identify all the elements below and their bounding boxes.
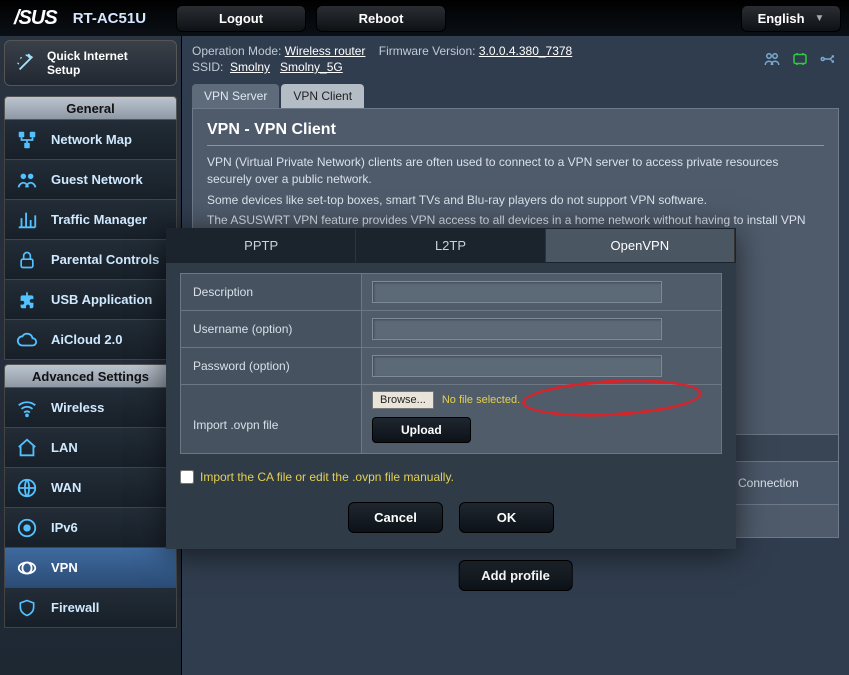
no-file-selected-text: No file selected. bbox=[442, 394, 520, 406]
sidebar-item-traffic-manager[interactable]: Traffic Manager bbox=[4, 200, 177, 240]
sidebar-item-usb-application[interactable]: USB Application bbox=[4, 280, 177, 320]
protocol-tabs: PPTP L2TP OpenVPN bbox=[166, 228, 736, 263]
usb-status-icon[interactable] bbox=[819, 50, 837, 71]
sidebar-item-label: LAN bbox=[51, 440, 78, 455]
connection-status-icon[interactable] bbox=[791, 50, 809, 71]
shield-icon bbox=[15, 596, 39, 620]
brand-logo: /SUS bbox=[8, 7, 63, 30]
sidebar: Quick Internet Setup General Network Map… bbox=[0, 36, 182, 675]
vpn-icon bbox=[15, 556, 39, 580]
lock-icon bbox=[15, 248, 39, 272]
panel-desc-1: VPN (Virtual Private Network) clients ar… bbox=[207, 154, 824, 188]
proto-tab-l2tp[interactable]: L2TP bbox=[356, 229, 545, 262]
advanced-section-header: Advanced Settings bbox=[4, 364, 177, 388]
panel-title: VPN - VPN Client bbox=[207, 121, 824, 139]
sidebar-item-lan[interactable]: LAN bbox=[4, 428, 177, 468]
sidebar-item-network-map[interactable]: Network Map bbox=[4, 120, 177, 160]
operation-mode-link[interactable]: Wireless router bbox=[285, 44, 366, 58]
firmware-version-link[interactable]: 3.0.0.4.380_7378 bbox=[479, 44, 572, 58]
tab-vpn-client[interactable]: VPN Client bbox=[281, 84, 364, 108]
model-name: RT-AC51U bbox=[73, 10, 146, 27]
qis-label-2: Setup bbox=[47, 63, 128, 77]
qis-label-1: Quick Internet bbox=[47, 49, 128, 63]
sidebar-item-firewall[interactable]: Firewall bbox=[4, 588, 177, 628]
globe-icon bbox=[15, 476, 39, 500]
upload-button[interactable]: Upload bbox=[372, 417, 471, 443]
import-ovpn-label: Import .ovpn file bbox=[181, 396, 361, 442]
divider bbox=[207, 145, 824, 146]
sidebar-item-ipv6[interactable]: IPv6 bbox=[4, 508, 177, 548]
status-icons bbox=[763, 50, 837, 71]
proto-tab-pptp[interactable]: PPTP bbox=[167, 229, 356, 262]
import-ca-row: Import the CA file or edit the .ovpn fil… bbox=[166, 460, 736, 494]
general-section-header: General bbox=[4, 96, 177, 120]
sidebar-item-aicloud[interactable]: AiCloud 2.0 bbox=[4, 320, 177, 360]
sidebar-item-parental-controls[interactable]: Parental Controls bbox=[4, 240, 177, 280]
ssid-1-link[interactable]: Smolny bbox=[230, 60, 270, 74]
add-profile-wrapper: Add profile bbox=[458, 560, 573, 591]
proto-tab-openvpn[interactable]: OpenVPN bbox=[546, 229, 735, 262]
users-icon[interactable] bbox=[763, 50, 781, 71]
sidebar-item-label: IPv6 bbox=[51, 520, 78, 535]
wand-icon bbox=[15, 52, 37, 74]
language-dropdown[interactable]: English ▼ bbox=[741, 5, 841, 32]
wifi-icon bbox=[15, 396, 39, 420]
ok-button[interactable]: OK bbox=[459, 502, 554, 533]
sidebar-item-label: Traffic Manager bbox=[51, 212, 147, 227]
modal-actions: Cancel OK bbox=[166, 502, 736, 533]
chevron-down-icon: ▼ bbox=[815, 13, 825, 24]
sidebar-item-label: Firewall bbox=[51, 600, 99, 615]
server-list-fragment: Connection bbox=[729, 434, 839, 505]
ssid-line: SSID: Smolny Smolny_5G bbox=[192, 60, 839, 74]
logout-button[interactable]: Logout bbox=[176, 5, 306, 32]
cancel-button[interactable]: Cancel bbox=[348, 502, 443, 533]
add-profile-button[interactable]: Add profile bbox=[458, 560, 573, 591]
ipv6-icon bbox=[15, 516, 39, 540]
language-label: English bbox=[758, 11, 805, 26]
description-input[interactable] bbox=[372, 281, 662, 303]
home-icon bbox=[15, 436, 39, 460]
browse-button[interactable]: Browse... bbox=[372, 391, 434, 409]
add-profile-modal: PPTP L2TP OpenVPN Description Username (… bbox=[166, 228, 736, 549]
sidebar-item-label: Wireless bbox=[51, 400, 104, 415]
sidebar-item-label: AiCloud 2.0 bbox=[51, 332, 123, 347]
vpn-tabs: VPN Server VPN Client bbox=[192, 84, 839, 108]
sidebar-item-label: Guest Network bbox=[51, 172, 143, 187]
connection-column: Connection bbox=[730, 462, 838, 504]
topbar: /SUS RT-AC51U Logout Reboot English ▼ bbox=[0, 0, 849, 36]
sidebar-item-wireless[interactable]: Wireless bbox=[4, 388, 177, 428]
username-input[interactable] bbox=[372, 318, 662, 340]
password-input[interactable] bbox=[372, 355, 662, 377]
network-map-icon bbox=[15, 128, 39, 152]
guest-network-icon bbox=[15, 168, 39, 192]
puzzle-icon bbox=[15, 288, 39, 312]
reboot-button[interactable]: Reboot bbox=[316, 5, 446, 32]
sidebar-item-label: VPN bbox=[51, 560, 78, 575]
sidebar-item-wan[interactable]: WAN bbox=[4, 468, 177, 508]
description-label: Description bbox=[181, 275, 361, 309]
quick-internet-setup[interactable]: Quick Internet Setup bbox=[4, 40, 177, 86]
cloud-icon bbox=[15, 328, 39, 352]
traffic-manager-icon bbox=[15, 208, 39, 232]
ssid-2-link[interactable]: Smolny_5G bbox=[280, 60, 343, 74]
sidebar-item-vpn[interactable]: VPN bbox=[4, 548, 177, 588]
sidebar-item-label: USB Application bbox=[51, 292, 152, 307]
sidebar-item-guest-network[interactable]: Guest Network bbox=[4, 160, 177, 200]
sidebar-item-label: WAN bbox=[51, 480, 81, 495]
modal-form: Description Username (option) Password (… bbox=[166, 263, 736, 460]
import-ca-checkbox[interactable] bbox=[180, 470, 194, 484]
import-ca-label: Import the CA file or edit the .ovpn fil… bbox=[200, 470, 454, 484]
username-label: Username (option) bbox=[181, 312, 361, 346]
sidebar-item-label: Parental Controls bbox=[51, 252, 159, 267]
operation-mode-line: Operation Mode: Wireless router Firmware… bbox=[192, 44, 839, 58]
password-label: Password (option) bbox=[181, 349, 361, 383]
tab-vpn-server[interactable]: VPN Server bbox=[192, 84, 279, 108]
panel-desc-2: Some devices like set-top boxes, smart T… bbox=[207, 192, 824, 209]
sidebar-item-label: Network Map bbox=[51, 132, 132, 147]
